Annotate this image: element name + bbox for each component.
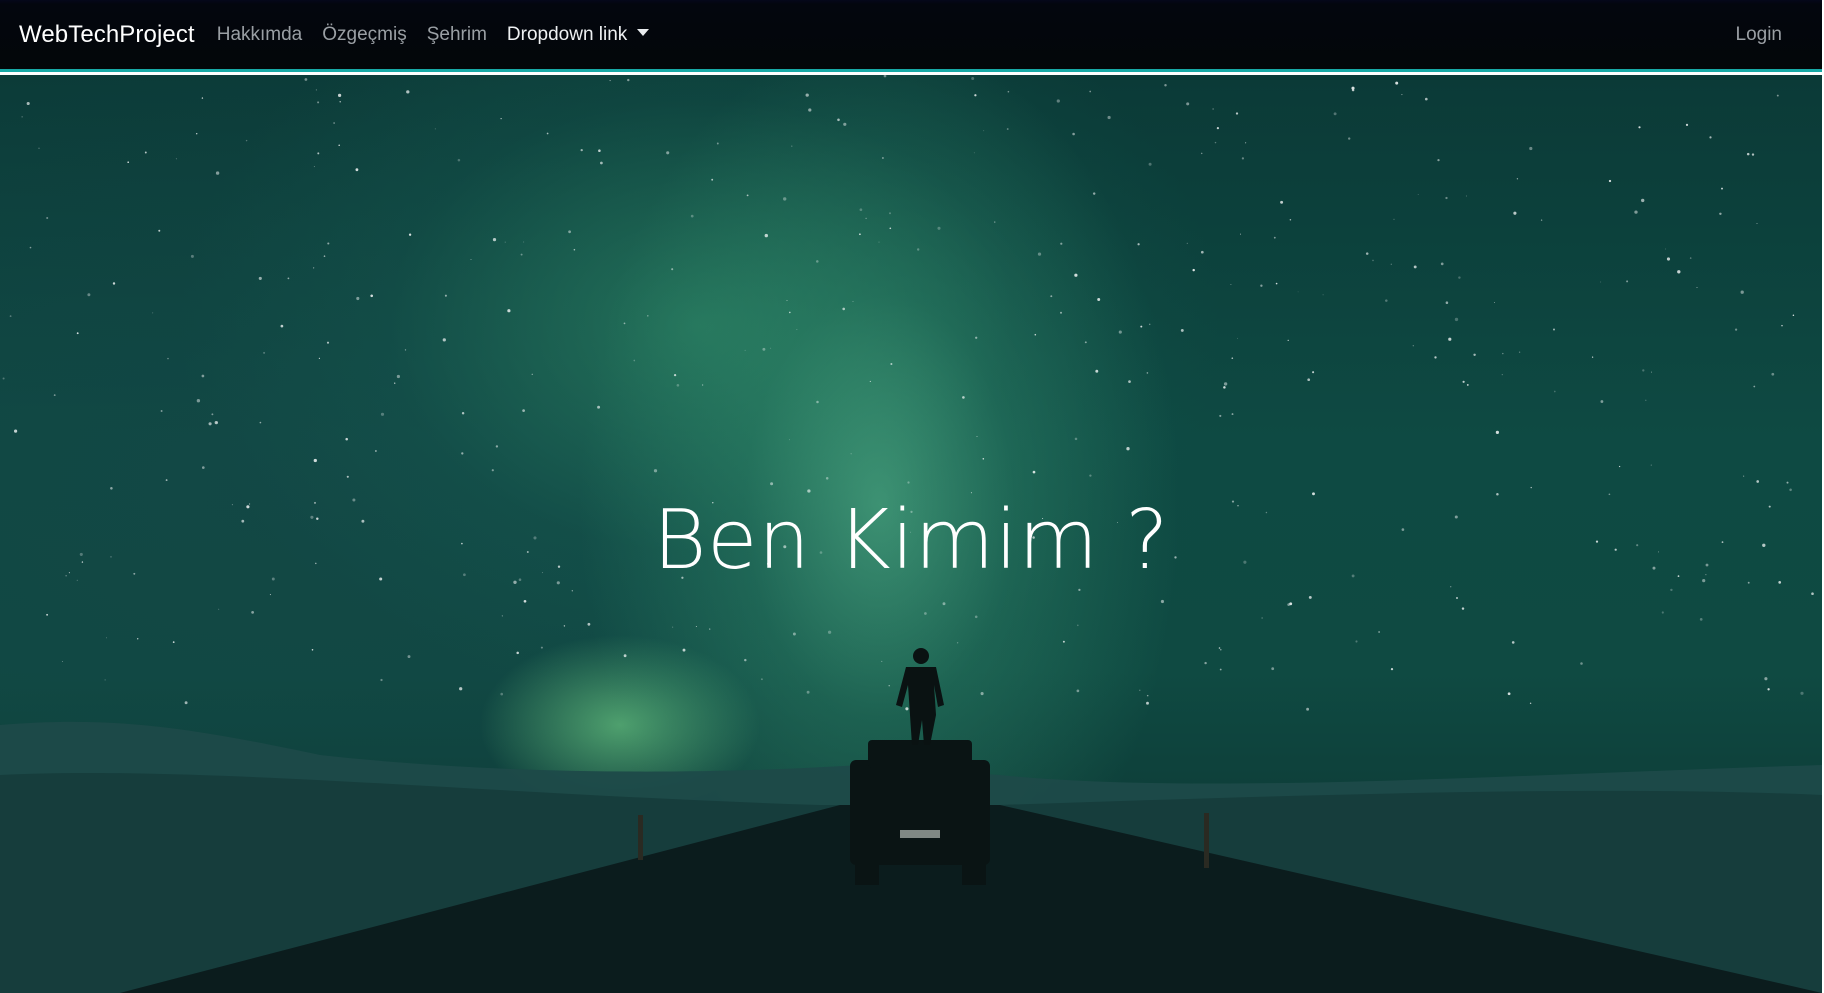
brand-link[interactable]: WebTechProject [19,21,195,49]
nav-right: Login [1726,24,1793,46]
login-link[interactable]: Login [1726,24,1793,45]
nav-dropdown-toggle[interactable]: Dropdown link [497,24,659,46]
hero-section: Ben Kimim ? [0,75,1822,993]
nav-link-hakkimda[interactable]: Hakkımda [207,24,313,46]
nav-links: Hakkımda Özgeçmiş Şehrim Dropdown link [207,24,660,46]
hero-title: Ben Kimim ? [652,492,1170,588]
top-navbar: WebTechProject Hakkımda Özgeçmiş Şehrim … [0,0,1822,72]
nav-link-sehrim[interactable]: Şehrim [417,24,497,46]
nav-dropdown-label: Dropdown link [506,23,628,45]
nav-link-ozgecmis[interactable]: Özgeçmiş [312,24,416,46]
caret-down-icon [637,28,650,36]
page: WebTechProject Hakkımda Özgeçmiş Şehrim … [0,0,1824,993]
